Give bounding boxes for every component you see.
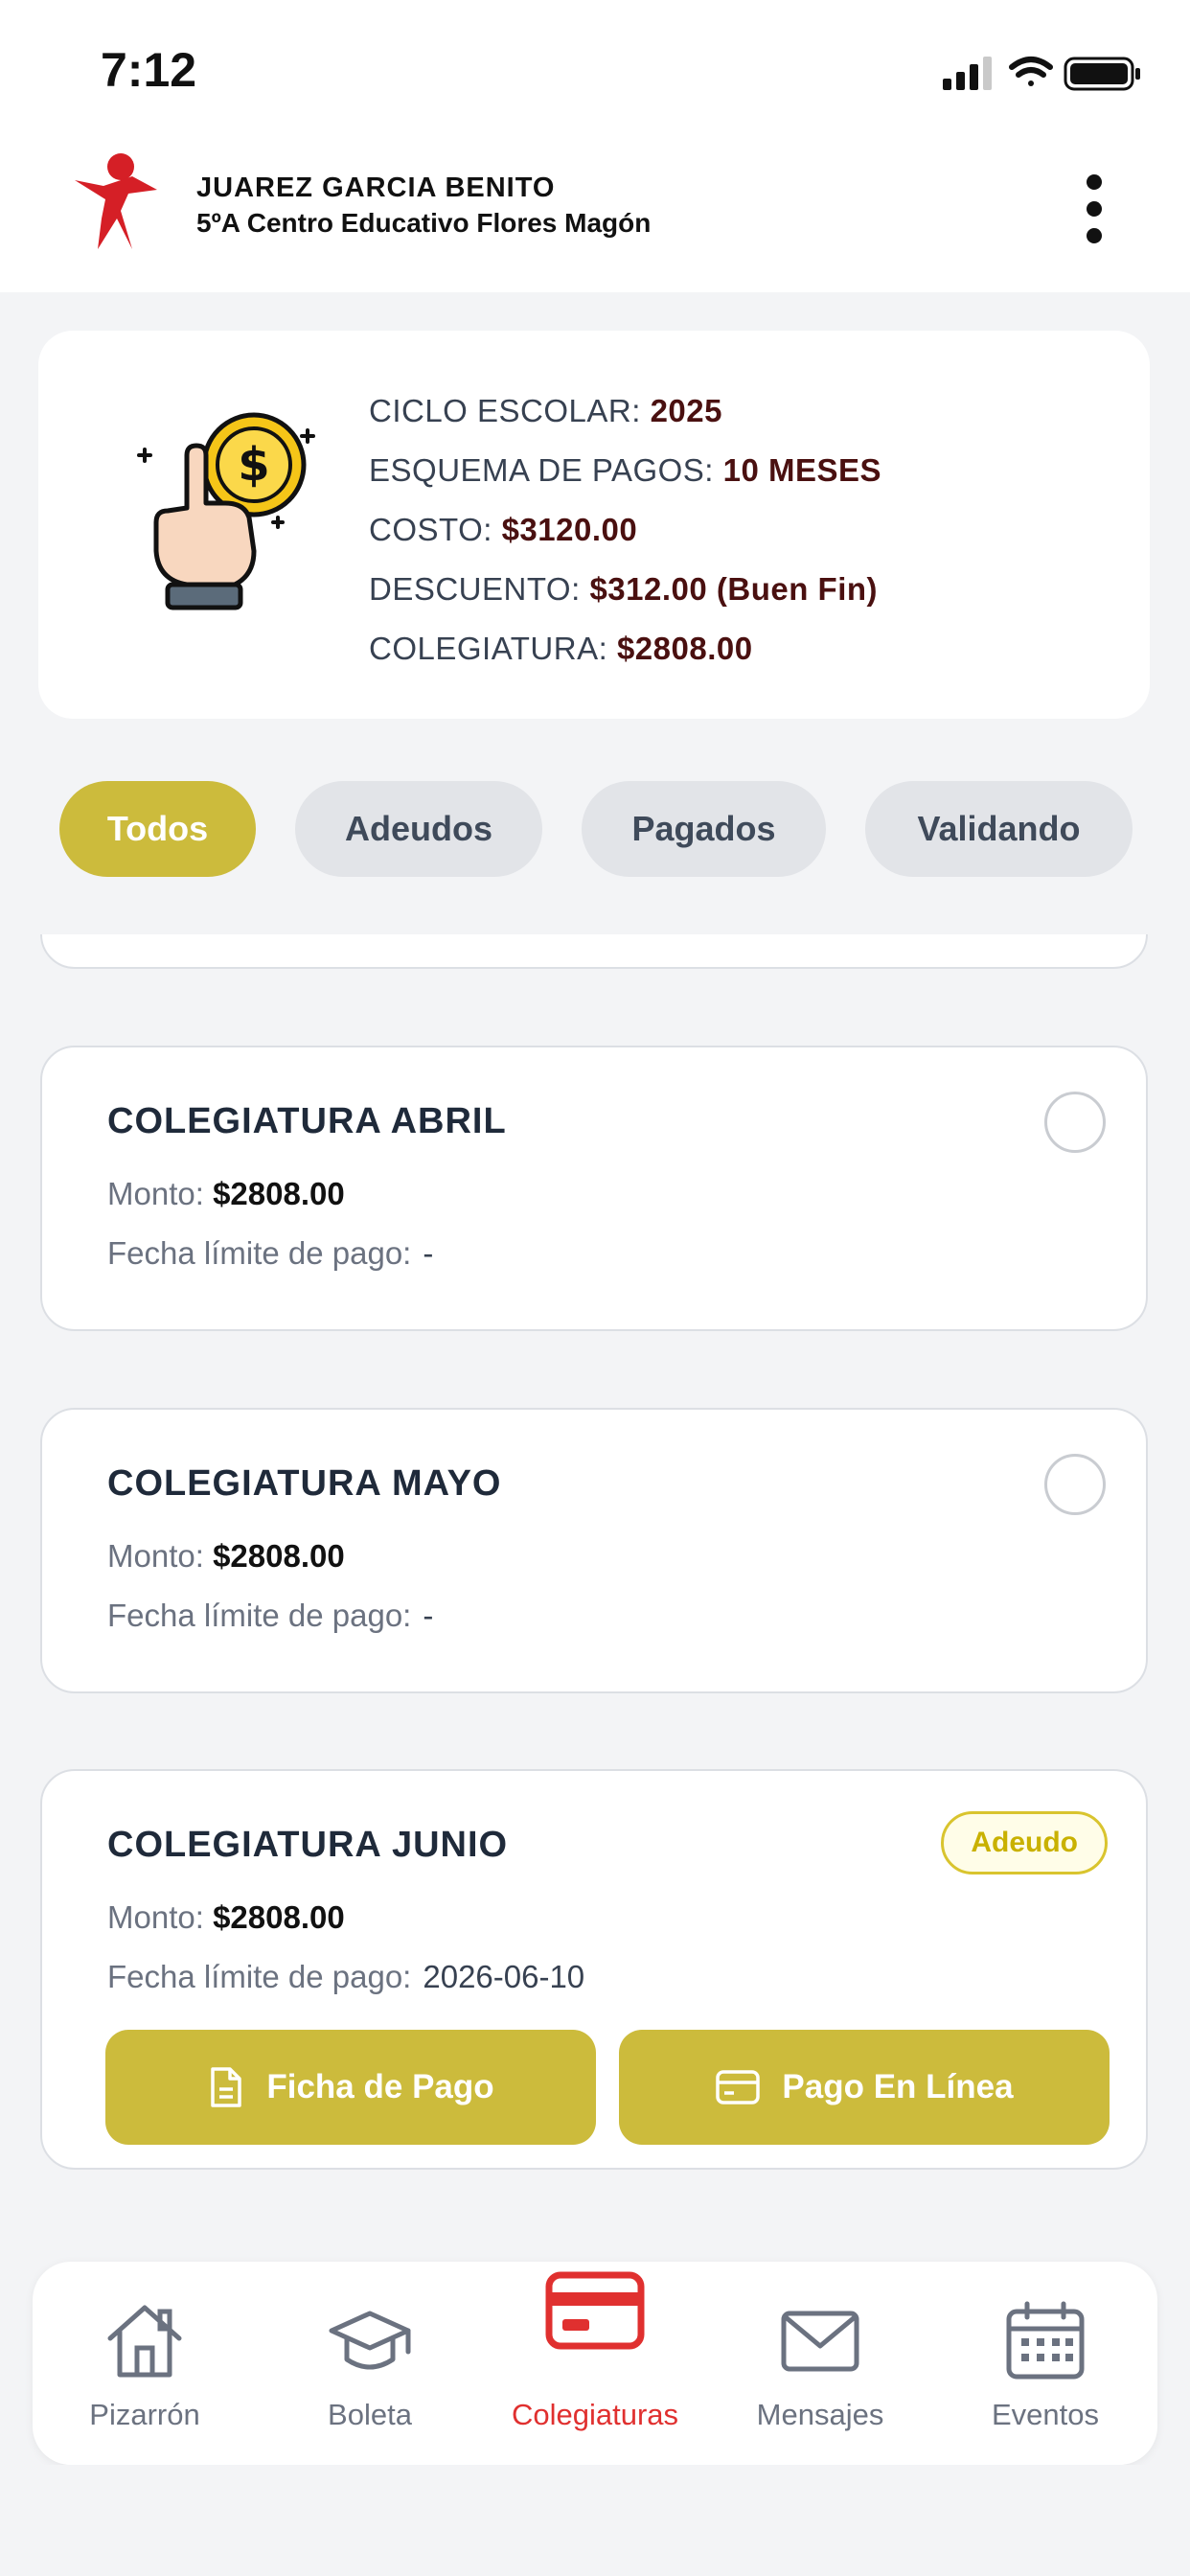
- signal-icon: [943, 57, 992, 90]
- payment-fecha: Fecha límite de pago: -: [107, 1598, 434, 1633]
- payment-select-radio[interactable]: [1044, 1454, 1106, 1515]
- kebab-menu-icon[interactable]: [1071, 163, 1117, 259]
- mail-icon: [781, 2311, 859, 2372]
- tuition-summary-card: $ CICLO ESCOLAR: 2025 ESQUEMA DE PAGOS: …: [38, 331, 1150, 719]
- payment-monto: Monto: $2808.00: [107, 1899, 345, 1935]
- wifi-icon: [1009, 57, 1053, 86]
- calendar-icon: [1006, 2301, 1085, 2380]
- filter-todos[interactable]: Todos: [59, 781, 256, 877]
- filter-adeudos[interactable]: Adeudos: [295, 781, 542, 877]
- filter-validando[interactable]: Validando: [865, 781, 1133, 877]
- summary-ciclo: CICLO ESCOLAR: 2025: [369, 393, 722, 428]
- tab-pizarron[interactable]: Pizarrón: [33, 2262, 257, 2465]
- summary-costo: COSTO: $3120.00: [369, 512, 638, 547]
- status-time: 7:12: [101, 43, 197, 97]
- tab-eventos[interactable]: Eventos: [933, 2262, 1157, 2465]
- svg-text:$: $: [238, 438, 269, 492]
- app-header: JUAREZ GARCIA BENITO 5ºA Centro Educativ…: [0, 144, 1190, 292]
- ficha-de-pago-button[interactable]: Ficha de Pago: [105, 2030, 596, 2145]
- student-name: JUAREZ GARCIA BENITO: [196, 172, 556, 203]
- tab-label: Pizarrón: [89, 2398, 200, 2431]
- graduation-cap-icon: [329, 2311, 411, 2370]
- home-icon: [107, 2305, 182, 2378]
- payment-monto: Monto: $2808.00: [107, 1538, 345, 1574]
- summary-esquema: ESQUEMA DE PAGOS: 10 MESES: [369, 452, 882, 488]
- credit-card-icon: [545, 2271, 645, 2350]
- school-logo-icon: [75, 153, 157, 249]
- payment-select-radio[interactable]: [1044, 1092, 1106, 1153]
- document-icon: [211, 2067, 242, 2107]
- tab-label: Boleta: [328, 2398, 412, 2431]
- credit-card-icon: [716, 2070, 761, 2104]
- payment-card-mayo[interactable]: COLEGIATURA MAYO Monto: $2808.00 Fecha l…: [40, 1408, 1148, 1693]
- pago-en-linea-button[interactable]: Pago En Línea: [619, 2030, 1110, 2145]
- status-bar: 7:12: [0, 0, 1190, 144]
- bottom-safe-area: [0, 2465, 1190, 2576]
- status-badge: Adeudo: [941, 1811, 1108, 1874]
- tab-colegiaturas[interactable]: Colegiaturas: [483, 2262, 707, 2465]
- filter-chips: Todos Adeudos Pagados Validando: [0, 781, 1190, 877]
- summary-descuento: DESCUENTO: $312.00 (Buen Fin): [369, 571, 879, 607]
- tab-label: Eventos: [991, 2398, 1099, 2431]
- coin-tap-icon: $: [137, 412, 315, 610]
- tab-label: Mensajes: [756, 2398, 884, 2431]
- payment-fecha: Fecha límite de pago: 2026-06-10: [107, 1959, 585, 1994]
- payment-fecha: Fecha límite de pago: -: [107, 1235, 434, 1271]
- payment-card-junio[interactable]: COLEGIATURA JUNIO Adeudo Monto: $2808.00…: [40, 1769, 1148, 2170]
- filter-pagados[interactable]: Pagados: [582, 781, 826, 877]
- tab-mensajes[interactable]: Mensajes: [708, 2262, 932, 2465]
- tab-label: Colegiaturas: [511, 2398, 679, 2431]
- battery-icon: [1064, 57, 1140, 91]
- payment-title: COLEGIATURA ABRIL: [107, 1101, 507, 1141]
- school-name: 5ºA Centro Educativo Flores Magón: [196, 208, 652, 238]
- payment-card-partial: [40, 934, 1148, 969]
- bottom-tab-bar: Pizarrón Boleta Colegiaturas Mensajes Ev…: [33, 2262, 1157, 2465]
- payments-list[interactable]: COLEGIATURA ABRIL Monto: $2808.00 Fecha …: [0, 934, 1190, 2262]
- payment-title: COLEGIATURA MAYO: [107, 1463, 502, 1504]
- status-icons: [943, 54, 1144, 92]
- payment-monto: Monto: $2808.00: [107, 1176, 345, 1211]
- summary-lines: CICLO ESCOLAR: 2025 ESQUEMA DE PAGOS: 10…: [369, 388, 881, 685]
- summary-colegiatura: COLEGIATURA: $2808.00: [369, 631, 753, 666]
- payment-title: COLEGIATURA JUNIO: [107, 1825, 509, 1865]
- payment-card-abril[interactable]: COLEGIATURA ABRIL Monto: $2808.00 Fecha …: [40, 1046, 1148, 1331]
- tab-boleta[interactable]: Boleta: [258, 2262, 482, 2465]
